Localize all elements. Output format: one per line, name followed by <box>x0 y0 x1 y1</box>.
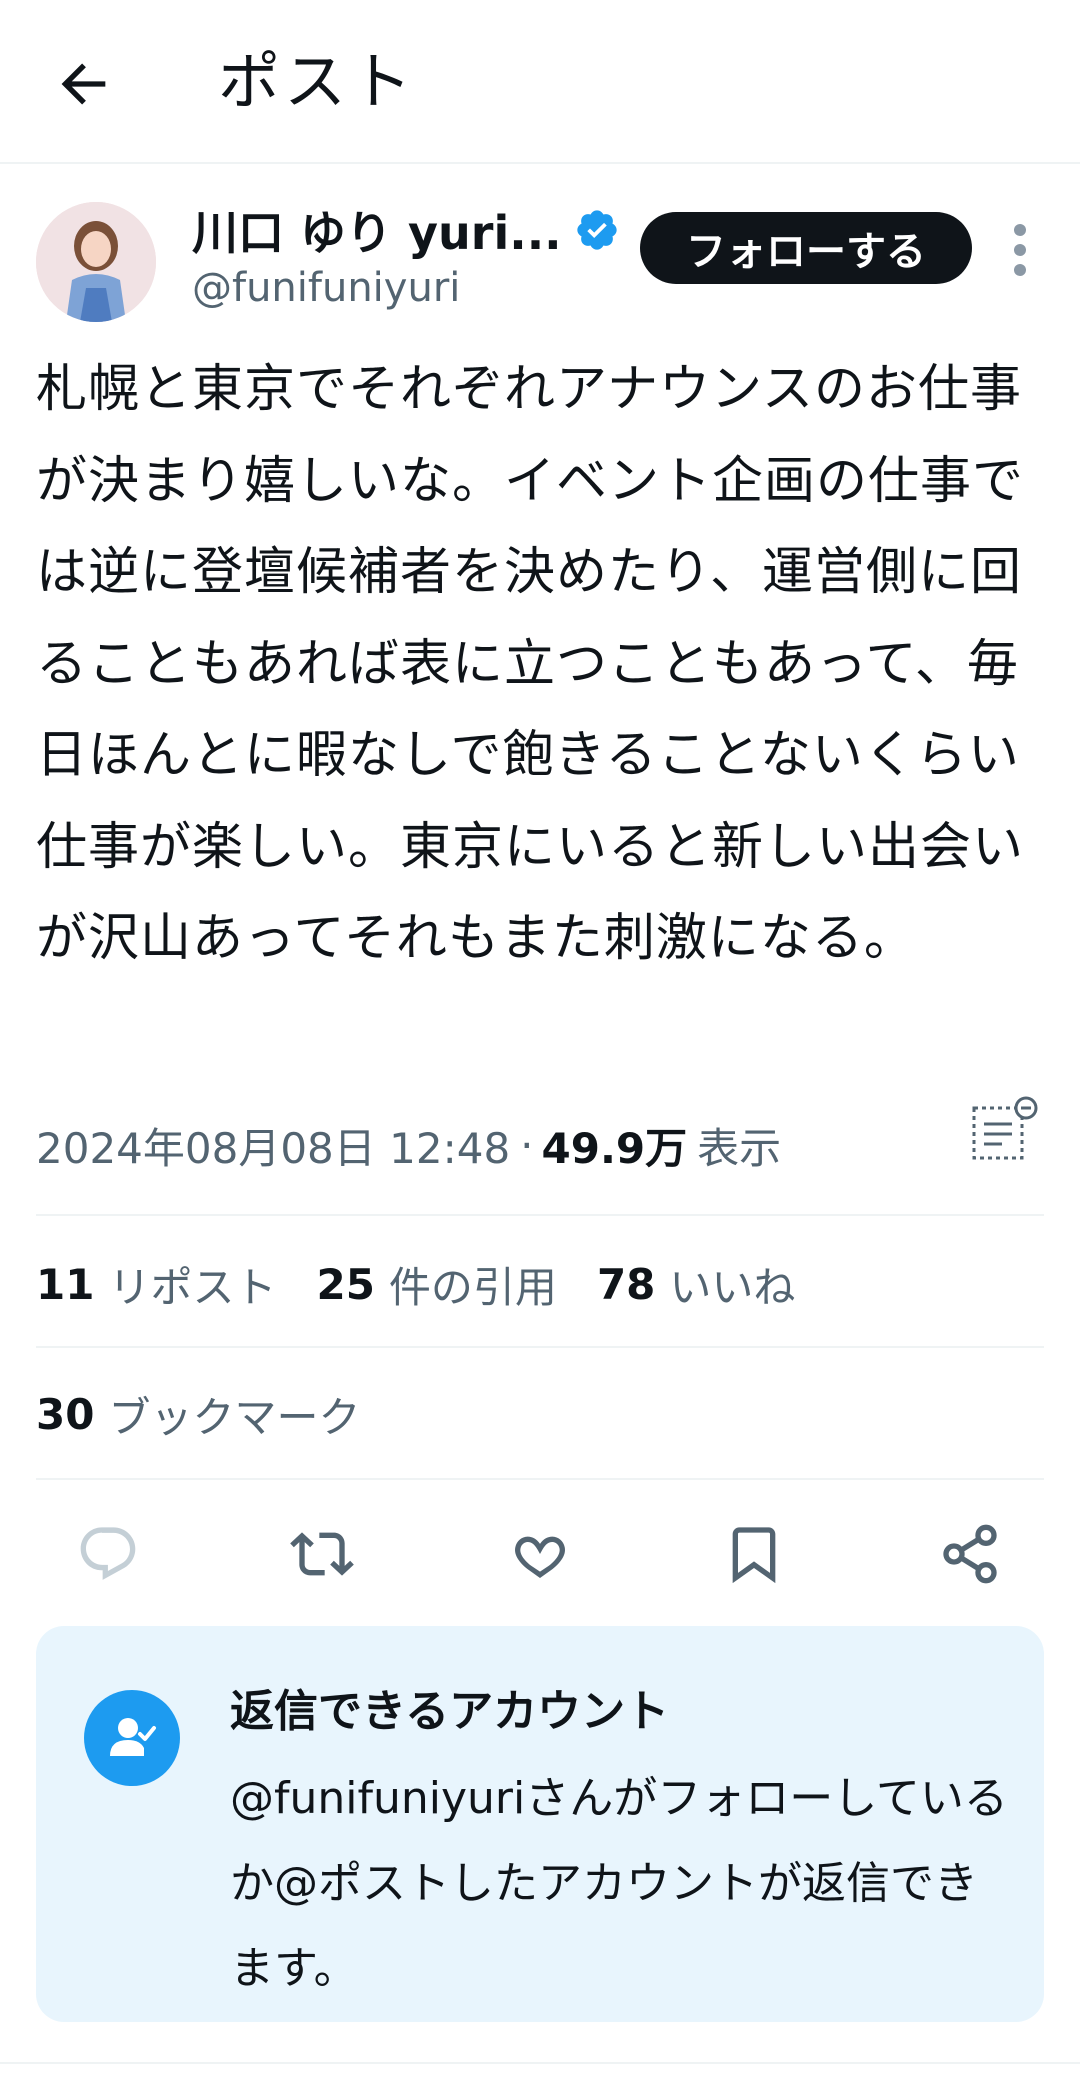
quotes-stat[interactable]: 25 件の引用 <box>316 1254 556 1315</box>
repost-icon[interactable] <box>290 1522 354 1586</box>
views-label: 表示 <box>697 1123 782 1173</box>
top-bar: ポスト <box>0 0 1080 164</box>
divider <box>36 1478 1044 1480</box>
user-handle[interactable]: @funifuniyuri <box>192 260 460 316</box>
follow-button[interactable]: フォローする <box>640 212 972 284</box>
post-timestamp[interactable]: 2024年08月08日 12:48 <box>36 1115 510 1176</box>
share-icon[interactable] <box>938 1522 1002 1586</box>
reply-icon[interactable] <box>76 1522 140 1586</box>
reposts-stat[interactable]: 11 リポスト <box>36 1254 276 1315</box>
action-bar <box>0 1514 1080 1594</box>
divider <box>0 2062 1080 2064</box>
bookmark-icon[interactable] <box>722 1522 786 1586</box>
divider <box>36 1346 1044 1348</box>
bookmarks-label: ブックマーク <box>108 1392 361 1442</box>
likes-stat[interactable]: 78 いいね <box>597 1254 795 1315</box>
post-text: 札幌と東京でそれぞれアナウンスのお仕事が決まり嬉しいな。イベント企画の仕事では逆… <box>36 360 1025 968</box>
post-meta: 2024年08月08日 12:48 · 49.9万 表示 <box>36 1110 781 1180</box>
reposts-count: 11 <box>36 1259 95 1309</box>
views-count: 49.9万 <box>541 1123 688 1173</box>
avatar[interactable] <box>36 202 156 322</box>
quotes-label: 件の引用 <box>388 1262 557 1312</box>
quotes-count: 25 <box>316 1259 375 1309</box>
likes-label: いいね <box>669 1262 796 1312</box>
arrow-left-icon[interactable] <box>52 52 116 116</box>
bookmarks-stat: 30 ブックマーク <box>36 1384 360 1445</box>
display-name[interactable]: 川口 ゆり yuri... <box>192 197 562 263</box>
reply-restriction-card: 返信できるアカウント @funifuniyuriさんがフォローしているか@ポスト… <box>36 1626 1044 2022</box>
likes-count: 78 <box>596 1259 656 1309</box>
post-author: 川口 ゆり yuri... @funifuniyuri フォローする <box>0 164 1080 334</box>
page-title: ポスト <box>218 45 417 118</box>
like-icon[interactable] <box>508 1522 572 1586</box>
verified-badge-icon <box>576 210 617 250</box>
reply-restriction-title: 返信できるアカウント <box>230 1686 670 1737</box>
reply-restriction-body: @funifuniyuriさんがフォローしているか@ポストしたアカウントが返信で… <box>230 1773 1008 1994</box>
reposts-label: リポスト <box>108 1262 277 1312</box>
reply-permission-badge <box>84 1690 180 1786</box>
more-options-icon[interactable] <box>1008 220 1032 280</box>
post-analytics-icon[interactable] <box>968 1096 1040 1168</box>
divider <box>36 1214 1044 1216</box>
bookmark-stats: 30 ブックマーク <box>36 1374 400 1454</box>
engagement-stats: 11 リポスト 25 件の引用 78 いいね <box>36 1244 835 1324</box>
user-check-icon <box>110 1718 156 1756</box>
bookmarks-count: 30 <box>36 1389 95 1439</box>
name-row: 川口 ゆり yuri... <box>192 200 620 260</box>
meta-separator: · <box>520 1120 534 1170</box>
